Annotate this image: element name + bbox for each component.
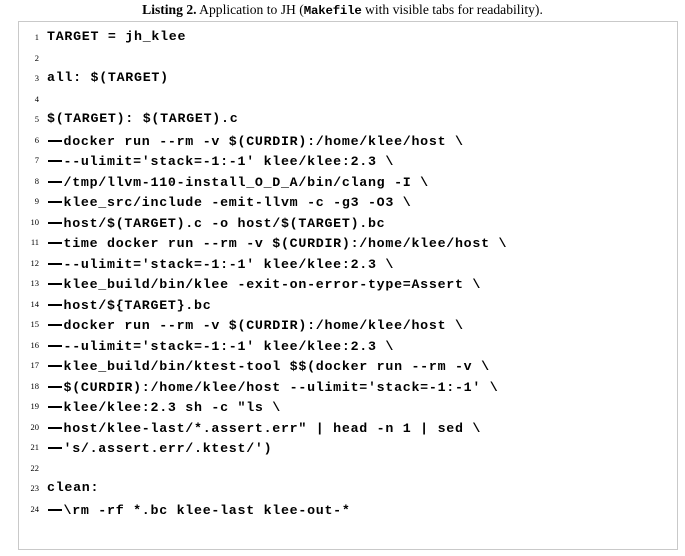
code-line: 8/tmp/llvm-110-install_O_D_A/bin/clang -…: [19, 170, 677, 191]
tab-marker-icon: [47, 293, 64, 309]
tab-marker-icon: [47, 375, 64, 391]
tab-marker-icon: [47, 272, 64, 288]
caption-text-after: with visible tabs for readability).: [361, 2, 543, 17]
code-text: all: $(TARGET): [47, 70, 169, 85]
tab-marker-icon: [47, 498, 64, 514]
code-text: \rm -rf *.bc klee-last klee-out-*: [63, 502, 351, 518]
code-line: 6 docker run --rm -v $(CURDIR):/home/klee…: [19, 129, 677, 150]
code-line: 3 all: $(TARGET): [19, 67, 677, 88]
code-line: 15 docker run --rm -v $(CURDIR):/home/kle…: [19, 313, 677, 334]
listing-page: Listing 2. Application to JH (Makefile w…: [0, 0, 685, 556]
code-line: 9 klee_src/include -emit-llvm -c -g3 -O3 …: [19, 190, 677, 211]
line-number: 24: [30, 503, 40, 514]
tab-marker-icon: [47, 129, 64, 145]
code-line: 1 TARGET = jh_klee: [19, 26, 677, 47]
code-line: 10 host/$(TARGET).c -o host/$(TARGET).bc: [19, 211, 677, 232]
code-line: 21's/.assert.err/.ktest/'): [19, 436, 677, 457]
code-line: 14 host/${TARGET}.bc: [19, 293, 677, 314]
code-line: 2: [19, 47, 677, 68]
code-line: 18 $(CURDIR):/home/klee/host --ulimit='st…: [19, 375, 677, 396]
tab-marker-icon: [47, 211, 64, 227]
listing-caption: Listing 2. Application to JH (Makefile w…: [0, 1, 685, 20]
code-line: 11 time docker run --rm -v $(CURDIR):/hom…: [19, 231, 677, 252]
tab-marker-icon: [47, 190, 64, 206]
tab-marker-icon: [47, 231, 64, 247]
code-line: 24 \rm -rf *.bc klee-last klee-out-*: [19, 498, 677, 519]
code-text: clean:: [47, 480, 100, 495]
code-line: 20 host/klee-last/*.assert.err" | head -n…: [19, 416, 677, 437]
tab-marker-icon: [47, 416, 64, 432]
code-text: TARGET = jh_klee: [47, 29, 187, 44]
tab-marker-icon: [47, 313, 64, 329]
code-line: 4: [19, 88, 677, 109]
tab-marker-icon: [47, 334, 64, 350]
code-listing-box: 1 TARGET = jh_klee 2 3 all: $(TARGET) 4 5 $(TAR…: [18, 21, 678, 550]
tab-marker-icon: [47, 354, 64, 370]
code-line: 5 $(TARGET): $(TARGET).c: [19, 108, 677, 129]
caption-mono-term: Makefile: [303, 4, 362, 18]
code-text: $(TARGET): $(TARGET).c: [47, 111, 239, 126]
tab-marker-icon: [47, 170, 64, 186]
tab-marker-icon: [47, 395, 64, 411]
tab-marker-icon: [47, 252, 64, 268]
code-area: 1 TARGET = jh_klee 2 3 all: $(TARGET) 4 5 $(TAR…: [19, 22, 677, 522]
code-line: 17 klee_build/bin/ktest-tool $$(docker ru…: [19, 354, 677, 375]
code-line: 13 klee_build/bin/klee -exit-on-error-typ…: [19, 272, 677, 293]
code-line: 7 --ulimit='stack=-1:-1' klee/klee:2.3 \: [19, 149, 677, 170]
code-line: 22: [19, 457, 677, 478]
code-line: 19 klee/klee:2.3 sh -c "ls \: [19, 395, 677, 416]
tab-marker-icon: [47, 149, 64, 165]
code-line: 16 --ulimit='stack=-1:-1' klee/klee:2.3 \: [19, 334, 677, 355]
caption-label: Listing 2.: [142, 2, 197, 17]
tab-marker-icon: [47, 436, 64, 452]
code-line: 23 clean:: [19, 477, 677, 498]
caption-text-before: Application to JH (: [196, 2, 304, 17]
code-line: 12 --ulimit='stack=-1:-1' klee/klee:2.3 \: [19, 252, 677, 273]
